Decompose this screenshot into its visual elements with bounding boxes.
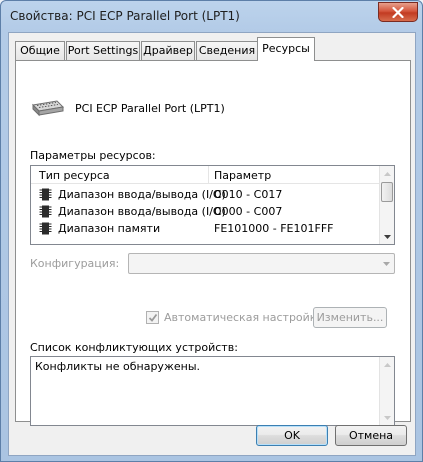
resource-list[interactable]: Тип ресурса Параметр Диапазон ввода/выво… [30, 165, 395, 245]
tab-driver[interactable]: Драйвер [141, 41, 195, 60]
scroll-thumb[interactable] [381, 182, 393, 202]
resource-value: C010 - C017 [214, 188, 283, 201]
tab-details[interactable]: Сведения [196, 41, 258, 60]
device-name: PCI ECP Parallel Port (LPT1) [75, 102, 225, 115]
tab-label: Сведения [198, 44, 256, 57]
resource-chip-icon [39, 188, 52, 204]
conflict-list-scrollbar[interactable] [379, 357, 394, 425]
dialog-client-area: Общие Port Settings Драйвер Сведения Рес… [8, 32, 416, 456]
resource-value: C000 - C007 [214, 205, 283, 218]
resource-settings-label: Параметры ресурсов: [30, 149, 156, 162]
tab-label: Драйвер [143, 44, 193, 57]
conflict-message: Конфликты не обнаружены. [35, 360, 200, 373]
cancel-label: Отмена [348, 429, 394, 442]
cancel-button[interactable]: Отмена [335, 425, 407, 446]
close-button[interactable] [378, 2, 418, 22]
tab-label: Общие [20, 44, 60, 57]
auto-settings-label: Автоматическая настройка [164, 311, 324, 324]
ok-button[interactable]: OK [256, 425, 328, 446]
checkmark-icon [148, 313, 158, 322]
change-settings-label: Изменить... [316, 311, 384, 324]
resource-row[interactable]: Диапазон ввода/вывода (I/O) C010 - C017 [31, 186, 379, 203]
title-bar[interactable]: Свойства: PCI ECP Parallel Port (LPT1) [1, 1, 422, 33]
resource-type: Диапазон ввода/вывода (I/O) [58, 188, 226, 201]
scroll-up-button[interactable] [380, 357, 395, 372]
resource-type: Диапазон памяти [58, 222, 161, 235]
configuration-dropdown[interactable] [128, 253, 395, 274]
conflict-list[interactable]: Конфликты не обнаружены. [30, 356, 395, 426]
scroll-down-button[interactable] [380, 229, 394, 244]
tab-label: Ресурсы [262, 42, 310, 55]
configuration-label: Конфигурация: [30, 257, 120, 270]
chevron-down-icon [384, 415, 391, 420]
close-icon [392, 6, 404, 18]
ok-label: OK [284, 429, 300, 442]
chevron-up-icon [384, 171, 391, 176]
scroll-up-button[interactable] [380, 166, 394, 181]
resource-row[interactable]: Диапазон ввода/вывода (I/O) C000 - C007 [31, 203, 379, 220]
chevron-down-icon [383, 262, 390, 266]
resources-panel: PCI ECP Parallel Port (LPT1) Параметры р… [15, 60, 411, 426]
resource-value: FE101000 - FE101FFF [214, 222, 334, 235]
tab-general[interactable]: Общие [15, 41, 65, 60]
column-divider[interactable] [208, 166, 209, 184]
change-settings-button[interactable]: Изменить... [313, 307, 387, 328]
scroll-down-button[interactable] [380, 410, 395, 425]
tab-resources[interactable]: Ресурсы [257, 37, 315, 61]
tab-label: Port Settings [67, 44, 139, 57]
properties-window: Свойства: PCI ECP Parallel Port (LPT1) О… [0, 0, 423, 462]
tab-strip: Общие Port Settings Драйвер Сведения Рес… [15, 37, 411, 61]
conflicts-label: Список конфликтующих устройств: [30, 341, 238, 354]
resource-list-header: Тип ресурса Параметр [31, 166, 379, 184]
window-title: Свойства: PCI ECP Parallel Port (LPT1) [10, 9, 240, 23]
auto-settings-checkbox[interactable] [146, 311, 159, 324]
resource-chip-icon [39, 205, 52, 221]
parallel-port-icon [31, 99, 65, 122]
chevron-down-icon [384, 234, 391, 239]
column-header-type[interactable]: Тип ресурса [39, 169, 110, 182]
tab-port-settings[interactable]: Port Settings [66, 41, 140, 60]
resource-row[interactable]: Диапазон памяти FE101000 - FE101FFF [31, 220, 379, 237]
resource-list-scrollbar[interactable] [379, 166, 394, 244]
column-header-value[interactable]: Параметр [214, 169, 271, 182]
resource-type: Диапазон ввода/вывода (I/O) [58, 205, 226, 218]
resource-chip-icon [39, 222, 52, 238]
chevron-up-icon [384, 362, 391, 367]
